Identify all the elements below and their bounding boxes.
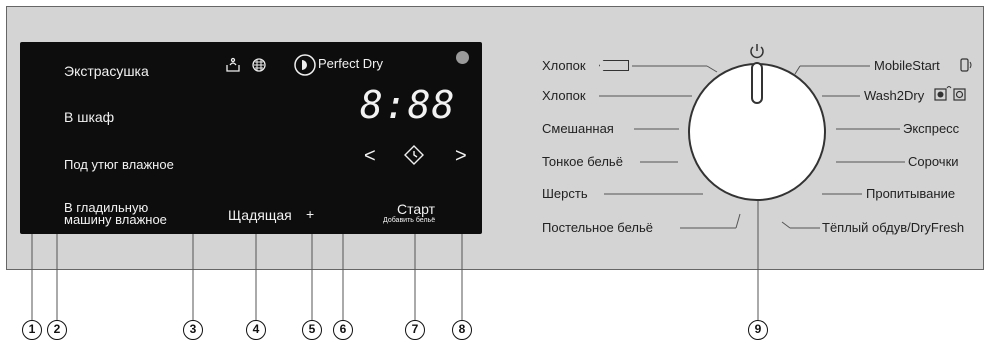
eco-icon: [599, 60, 629, 71]
gentle-button[interactable]: Щадящая: [228, 208, 292, 222]
program-delicates[interactable]: Тонкое бельё: [542, 155, 623, 169]
dry-option-mangle-damp[interactable]: В гладильную машину влажное: [64, 201, 192, 226]
dry-option-iron-damp[interactable]: Под утюг влажное: [64, 158, 174, 172]
callout-8: 8: [452, 320, 472, 340]
wash2dry-icon: [934, 86, 966, 101]
dry-option-extra[interactable]: Экстрасушка: [64, 64, 149, 78]
mobile-icon: [960, 58, 972, 72]
delay-start-icon[interactable]: [403, 144, 425, 166]
program-express[interactable]: Экспресс: [903, 122, 959, 136]
callout-1: 1: [22, 320, 42, 340]
program-shirts[interactable]: Сорочки: [908, 155, 959, 169]
rinse-hold-icon[interactable]: [224, 56, 242, 74]
program-bedding[interactable]: Постельное бельё: [542, 221, 653, 235]
program-warm-air-dryfresh[interactable]: Тёплый обдув/DryFresh: [822, 221, 964, 235]
gentle-plus-mark: +: [306, 206, 315, 222]
callout-3: 3: [183, 320, 203, 340]
program-cotton-eco[interactable]: Хлопок: [542, 59, 586, 73]
dry-option-cupboard[interactable]: В шкаф: [64, 110, 114, 124]
intensive-icon[interactable]: [250, 56, 268, 74]
callout-9: 9: [748, 320, 768, 340]
callout-6: 6: [333, 320, 353, 340]
arrow-right-button[interactable]: >: [455, 146, 467, 166]
program-mixed[interactable]: Смешанная: [542, 122, 614, 136]
program-mobilestart[interactable]: MobileStart: [874, 59, 940, 73]
indicator-light: [456, 51, 469, 64]
program-cotton[interactable]: Хлопок: [542, 89, 586, 103]
program-proofing[interactable]: Пропитывание: [866, 187, 955, 201]
perfect-dry-label: Perfect Dry: [318, 56, 384, 71]
start-button[interactable]: Старт: [397, 202, 435, 216]
add-laundry-label: Добавить бельё: [383, 217, 436, 224]
callout-2: 2: [47, 320, 67, 340]
callout-7: 7: [405, 320, 425, 340]
callout-4: 4: [246, 320, 266, 340]
arrow-left-button[interactable]: <: [364, 146, 376, 166]
time-display: 8:88: [360, 83, 456, 127]
callout-5: 5: [302, 320, 322, 340]
dial-pointer: [751, 62, 763, 104]
program-wash2dry[interactable]: Wash2Dry: [864, 89, 924, 103]
perfect-dry-icon: [294, 54, 316, 76]
power-icon: [750, 44, 764, 59]
program-wool[interactable]: Шерсть: [542, 187, 588, 201]
